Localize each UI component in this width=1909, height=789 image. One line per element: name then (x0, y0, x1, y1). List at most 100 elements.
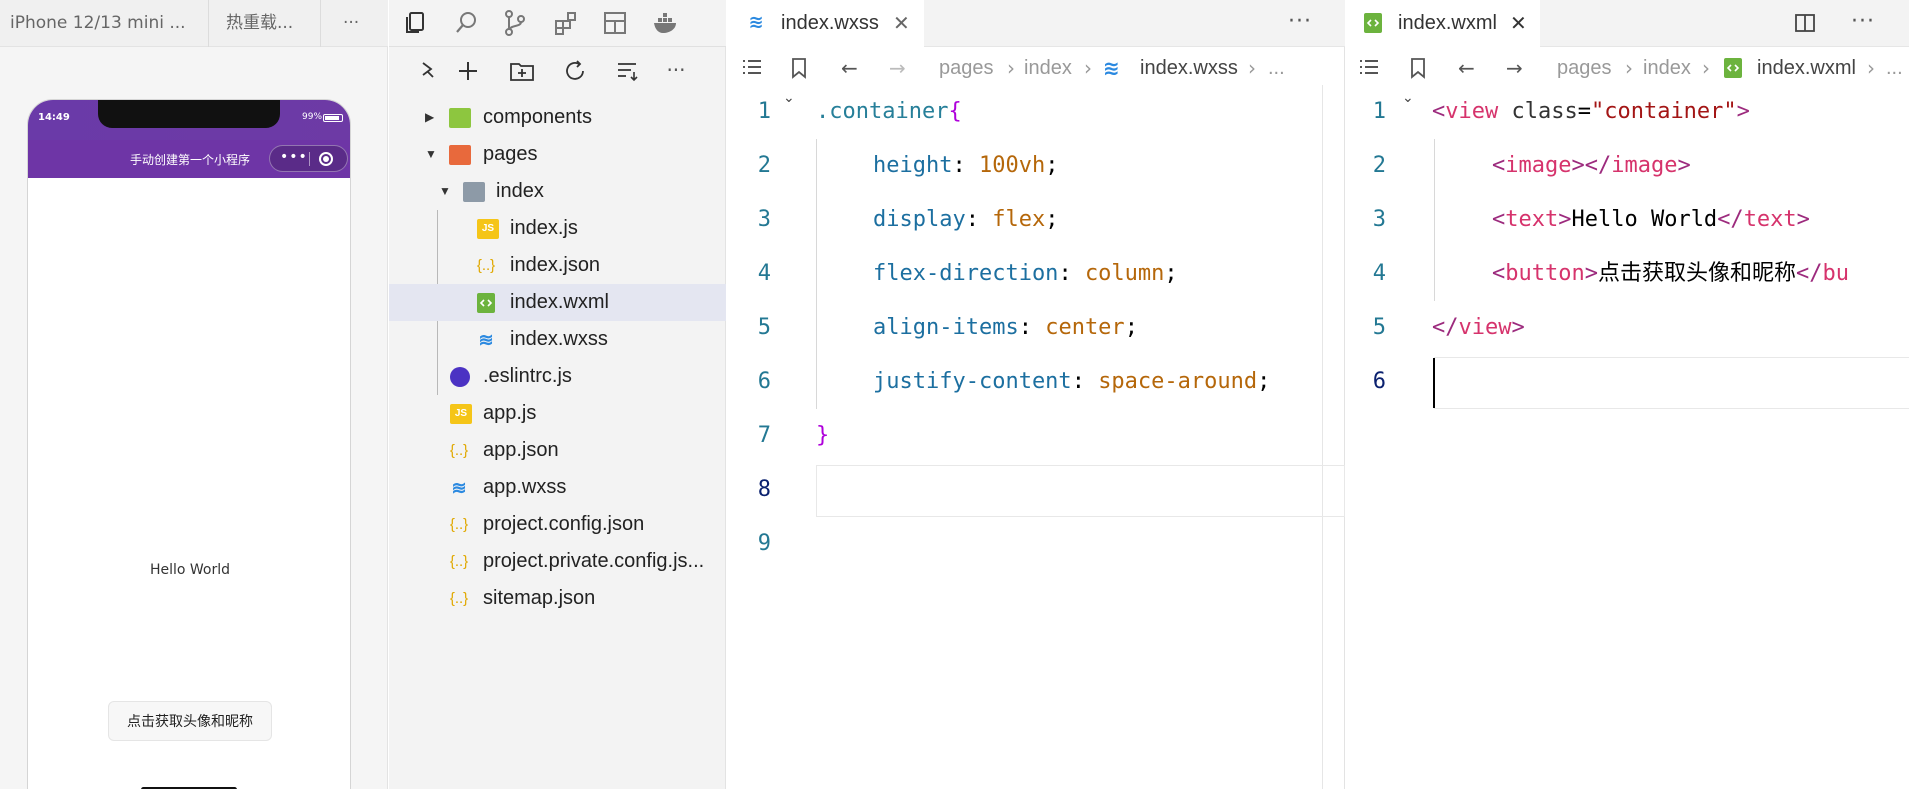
json-file-icon: {..} (449, 516, 469, 533)
breadcrumb-more[interactable]: ... (1886, 47, 1903, 89)
status-time: 14:49 (38, 112, 70, 123)
search-icon[interactable] (454, 10, 480, 36)
code-area[interactable]: ⌄ 1 2 3 4 5 6 <view class="container"> <… (1346, 85, 1909, 789)
folder-open-icon (463, 182, 485, 202)
outline-icon[interactable] (1358, 58, 1380, 78)
back-arrow-icon[interactable]: ← (841, 47, 858, 89)
line-number: 5 (757, 315, 771, 340)
explorer-more-icon[interactable]: ··· (663, 57, 689, 83)
editor-more-icon[interactable]: ··· (1851, 0, 1875, 44)
code-line: } (816, 409, 829, 463)
line-number: 3 (757, 207, 771, 232)
breadcrumb-pages[interactable]: pages (939, 47, 994, 89)
extensions-icon[interactable] (553, 10, 579, 36)
simulator-more-icon[interactable]: ··· (343, 0, 373, 47)
tree-item-index-js[interactable]: JS index.js (389, 210, 726, 247)
xml-text: Hello World (1571, 207, 1718, 232)
editor-tabbar: index.wxml ✕ ··· (1346, 0, 1909, 47)
css-value: column (1084, 261, 1165, 286)
close-icon[interactable]: ✕ (1510, 0, 1527, 47)
editor-more-icon[interactable]: ··· (1288, 0, 1312, 44)
wxml-file-icon (477, 293, 495, 313)
tree-item-project-private-config[interactable]: {..} project.private.config.js... (389, 543, 726, 580)
code-line: display: flex; (873, 207, 1059, 232)
breadcrumb-file[interactable]: index.wxss (1140, 47, 1238, 89)
hot-reload-toggle[interactable]: 热重载... (226, 0, 316, 47)
source-control-icon[interactable] (502, 9, 528, 37)
css-property: height (873, 153, 953, 178)
chevron-right-icon: › (1007, 56, 1015, 80)
tree-item-index-wxss[interactable]: ≋ index.wxss (389, 321, 726, 358)
forward-arrow-icon[interactable]: → (889, 47, 906, 89)
tree-item-index-json[interactable]: {..} index.json (389, 247, 726, 284)
new-folder-icon[interactable] (509, 59, 535, 83)
back-arrow-icon[interactable]: ← (1458, 47, 1475, 89)
tab-index-wxml[interactable]: index.wxml ✕ (1346, 0, 1540, 47)
text-cursor (1433, 358, 1435, 408)
line-number: 9 (757, 531, 771, 556)
code-line: align-items: center; (873, 315, 1138, 340)
split-editor-icon[interactable] (1794, 12, 1816, 34)
line-number: 1 (757, 99, 771, 124)
tree-item-sitemap[interactable]: {..} sitemap.json (389, 580, 726, 617)
files-icon[interactable] (403, 10, 429, 36)
file-explorer: ··· ▶ components ▼ pages ▼ index JS inde… (389, 0, 726, 789)
code-line: <image></image> (1492, 153, 1691, 178)
editor-tabbar: ≋ index.wxss ✕ ··· (727, 0, 1345, 47)
capsule-menu[interactable]: ••• (269, 145, 348, 172)
tree-item-app-wxss[interactable]: ≋ app.wxss (389, 469, 726, 506)
editor-wxss: ≋ index.wxss ✕ ··· ← → pages › index › ≋… (727, 0, 1345, 789)
tree-item-app-js[interactable]: JS app.js (389, 395, 726, 432)
capsule-close-icon[interactable] (319, 152, 333, 166)
editor-ruler (1322, 85, 1323, 789)
breadcrumb-index[interactable]: index (1024, 47, 1072, 89)
js-file-icon: JS (450, 404, 472, 424)
tree-item-app-json[interactable]: {..} app.json (389, 432, 726, 469)
tree-item-eslintrc[interactable]: .eslintrc.js (389, 358, 726, 395)
tree-item-label: index.json (510, 254, 601, 276)
fold-arrow-icon[interactable]: ⌄ (783, 90, 795, 106)
docker-icon[interactable] (652, 11, 680, 35)
breadcrumb-more[interactable]: ... (1268, 47, 1285, 89)
tree-item-components[interactable]: ▶ components (389, 99, 726, 136)
refresh-icon[interactable] (563, 59, 587, 83)
fold-arrow-icon[interactable]: ⌄ (1402, 90, 1414, 106)
json-file-icon: {..} (449, 590, 469, 607)
css-brace: { (948, 99, 962, 124)
wxss-file-icon: ≋ (451, 478, 467, 498)
bookmark-icon[interactable] (1408, 57, 1428, 79)
tree-item-index-folder[interactable]: ▼ index (389, 173, 726, 210)
get-avatar-button[interactable]: 点击获取头像和昵称 (108, 701, 272, 741)
xml-tag: text (1505, 207, 1559, 232)
tree-item-project-config[interactable]: {..} project.config.json (389, 506, 726, 543)
outline-icon[interactable] (741, 58, 763, 78)
device-selector[interactable]: iPhone 12/13 mini ... (10, 0, 190, 47)
bookmark-icon[interactable] (789, 57, 809, 79)
breadcrumb: ← → pages › index › index.wxml › ... (1346, 47, 1909, 89)
tree-item-index-wxml[interactable]: index.wxml (389, 284, 726, 321)
wxss-file-icon: ≋ (748, 12, 764, 33)
css-property: justify-content (873, 369, 1072, 394)
json-file-icon: {..} (449, 553, 469, 570)
tab-index-wxss[interactable]: ≋ index.wxss ✕ (727, 0, 924, 47)
breadcrumb-index[interactable]: index (1643, 47, 1691, 89)
collapse-icon[interactable] (419, 59, 437, 83)
xml-text: 点击获取头像和昵称 (1597, 261, 1796, 286)
close-icon[interactable]: ✕ (893, 0, 910, 47)
css-value: space-around (1098, 369, 1258, 394)
layout-icon[interactable] (602, 10, 628, 36)
current-line-highlight (1434, 357, 1909, 409)
indent-guide (816, 139, 817, 409)
tree-item-pages[interactable]: ▼ pages (389, 136, 726, 173)
breadcrumb-file[interactable]: index.wxml (1757, 47, 1856, 89)
breadcrumb: ← → pages › index › ≋ index.wxss › ... (727, 47, 1345, 89)
css-property: align-items (873, 315, 1019, 340)
new-file-icon[interactable] (456, 59, 480, 83)
sort-icon[interactable] (615, 59, 639, 83)
line-number: 4 (757, 261, 771, 286)
tree-item-label: index.wxml (510, 291, 609, 313)
code-area[interactable]: ⌄ 1 2 3 4 5 6 7 8 9 .container{ height: … (727, 85, 1345, 789)
forward-arrow-icon[interactable]: → (1506, 47, 1523, 89)
breadcrumb-pages[interactable]: pages (1557, 47, 1612, 89)
capsule-more-icon[interactable]: ••• (280, 149, 308, 165)
